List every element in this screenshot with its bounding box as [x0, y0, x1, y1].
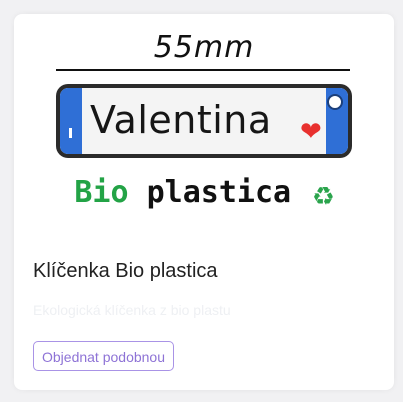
product-description: Ekologická klíčenka z bio plastu	[33, 302, 231, 318]
keychain-slot	[69, 128, 72, 138]
product-title: Klíčenka Bio plastica	[33, 260, 218, 282]
dimension-label: 55mm	[153, 30, 255, 65]
logo-plastica-word: plastica	[146, 175, 292, 210]
keychain-hole	[327, 94, 343, 110]
keychain-face: Valentina ❤	[60, 88, 348, 154]
product-card: 55mm Valentina ❤ Bio plastica ♻ Klíčenka…	[14, 14, 394, 390]
keychain-name-text: Valentina	[90, 98, 272, 142]
product-image: 55mm Valentina ❤ Bio plastica ♻	[14, 14, 394, 254]
keychain-illustration: Valentina ❤	[56, 84, 352, 158]
recycle-icon: ♻	[313, 174, 334, 214]
keychain-end-left	[60, 88, 82, 154]
logo-bio-word: Bio	[74, 175, 129, 210]
order-similar-button[interactable]: Objednat podobnou	[33, 341, 174, 371]
bio-plastica-logo: Bio plastica ♻	[14, 174, 394, 214]
dimension-line	[56, 69, 350, 71]
heart-icon: ❤	[300, 117, 322, 147]
keychain-end-right	[326, 88, 348, 154]
